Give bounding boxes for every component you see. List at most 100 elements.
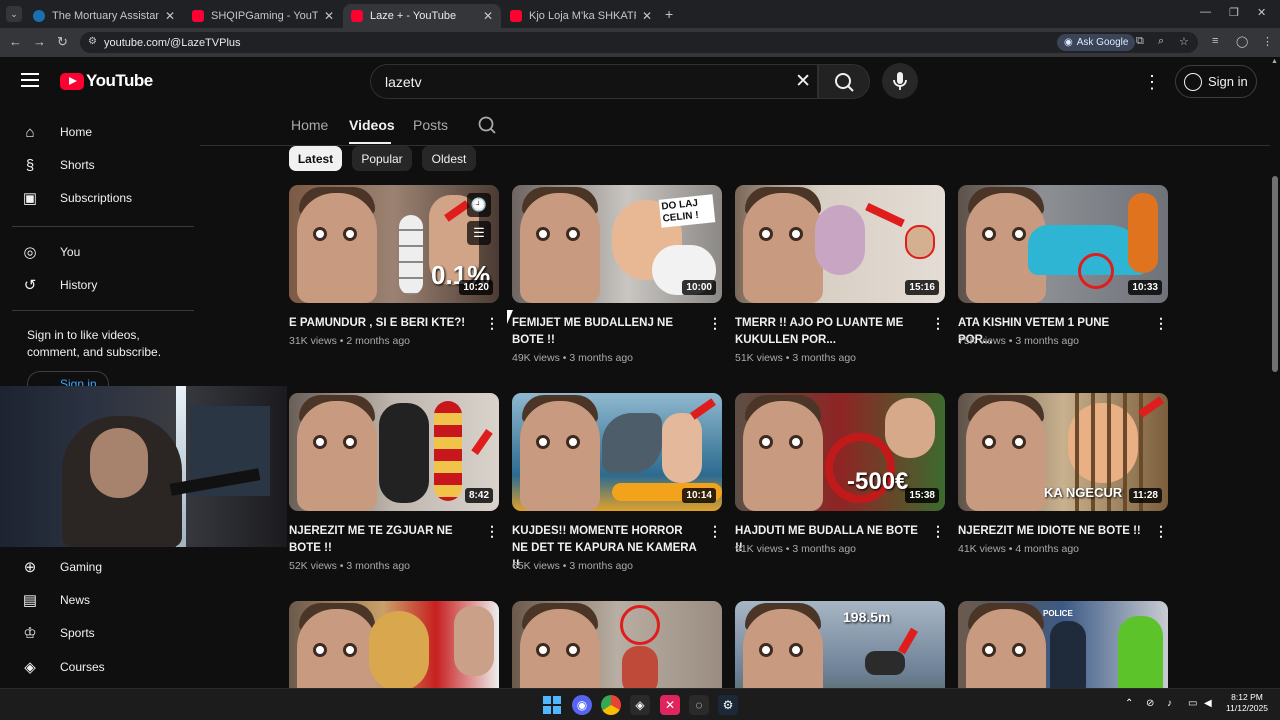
video-card[interactable]: KA NGECUR 11:28 NJEREZIT ME IDIOTE NE BO… bbox=[958, 393, 1168, 578]
video-thumbnail[interactable]: KA NGECUR 11:28 bbox=[958, 393, 1168, 511]
reload-icon[interactable]: ↻ bbox=[57, 34, 68, 50]
video-menu-icon[interactable]: ⋮ bbox=[485, 315, 499, 332]
bookmark-icon[interactable]: ☆ bbox=[1179, 35, 1189, 48]
close-tab-icon[interactable]: ✕ bbox=[483, 9, 493, 23]
video-card[interactable]: 0.1% 🕘 ☰ 10:20 E PAMUNDUR , SI E BERI KT… bbox=[289, 185, 499, 365]
scrollbar-thumb[interactable] bbox=[1272, 176, 1278, 372]
tray-overflow-icon[interactable]: ⌃ bbox=[1125, 698, 1133, 709]
settings-menu-icon[interactable]: ⋮ bbox=[1143, 72, 1161, 93]
system-clock[interactable]: 8:12 PM 11/12/2025 bbox=[1222, 692, 1272, 714]
video-thumbnail[interactable]: DO LAJ CELIN ! 10:00 bbox=[512, 185, 722, 303]
sign-in-button[interactable]: Sign in bbox=[1175, 65, 1257, 98]
forward-icon[interactable]: → bbox=[33, 34, 46, 49]
video-title[interactable]: NJEREZIT ME TE ZGJUAR NE BOTE !! bbox=[289, 523, 477, 557]
menu-icon[interactable] bbox=[21, 73, 39, 87]
video-card[interactable]: 8:42 NJEREZIT ME TE ZGJUAR NE BOTE !! 52… bbox=[289, 393, 499, 578]
video-menu-icon[interactable]: ⋮ bbox=[1154, 315, 1168, 332]
display-icon[interactable]: ▭ bbox=[1188, 698, 1197, 709]
video-thumbnail[interactable]: 198.5m bbox=[735, 601, 945, 688]
video-thumbnail[interactable]: -500€ 15:38 bbox=[735, 393, 945, 511]
zoom-icon[interactable]: ⌕ bbox=[1158, 35, 1164, 48]
volume-icon[interactable]: ◀ bbox=[1204, 698, 1212, 709]
sidebar-item-sports[interactable]: ♔ Sports bbox=[20, 623, 94, 643]
video-thumbnail[interactable] bbox=[512, 601, 722, 688]
tab-laze[interactable]: Laze + - YouTube ✕ bbox=[343, 4, 501, 28]
video-menu-icon[interactable]: ⋮ bbox=[708, 523, 722, 540]
video-thumbnail[interactable]: 8:42 bbox=[289, 393, 499, 511]
profile-icon[interactable]: ◯ bbox=[1236, 35, 1248, 48]
chrome-icon[interactable] bbox=[601, 695, 621, 715]
sidebar-item-home[interactable]: ⌂ Home bbox=[20, 122, 92, 142]
sidebar-item-gaming[interactable]: ⊕ Gaming bbox=[20, 557, 102, 577]
tab-mortuary[interactable]: The Mortuary Assistant on Stea ✕ bbox=[25, 4, 183, 28]
video-card[interactable]: 15:16 TMERR !! AJO PO LUANTE ME KUKULLEN… bbox=[735, 185, 945, 365]
video-thumbnail[interactable]: 10:33 bbox=[958, 185, 1168, 303]
x-app-icon[interactable]: ✕ bbox=[660, 695, 680, 715]
windows-start-icon[interactable] bbox=[542, 695, 562, 715]
scrollbar-track[interactable]: ▲ bbox=[1270, 58, 1280, 688]
new-tab-button[interactable]: + bbox=[665, 6, 673, 22]
video-thumbnail[interactable]: 10:14 bbox=[512, 393, 722, 511]
video-card[interactable]: 198.5m bbox=[735, 601, 945, 688]
video-thumbnail[interactable]: POLICE bbox=[958, 601, 1168, 688]
video-title[interactable]: FEMIJET ME BUDALLENJ NE BOTE !! bbox=[512, 315, 700, 349]
close-window-icon[interactable]: ✕ bbox=[1257, 6, 1266, 19]
video-card[interactable]: -500€ 15:38 HAJDUTI ME BUDALLA NE BOTE !… bbox=[735, 393, 945, 578]
clear-search-icon[interactable]: ✕ bbox=[795, 70, 811, 93]
tab-posts[interactable]: Posts bbox=[413, 117, 448, 133]
close-tab-icon[interactable]: ✕ bbox=[642, 9, 652, 23]
scroll-up-icon[interactable]: ▲ bbox=[1271, 58, 1278, 65]
ask-google-button[interactable]: ◉ Ask Google bbox=[1057, 34, 1136, 51]
search-input[interactable]: lazetv ✕ bbox=[370, 64, 818, 99]
microphone-tray-icon[interactable]: ♪ bbox=[1167, 698, 1172, 709]
sidebar-item-history[interactable]: ↺ History bbox=[20, 275, 98, 295]
close-tab-icon[interactable]: ✕ bbox=[324, 9, 334, 23]
video-card[interactable]: 10:14 KUJDES!! MOMENTE HORROR NE DET TE … bbox=[512, 393, 722, 578]
video-card[interactable]: 10:33 ATA KISHIN VETEM 1 PUNE POR... 75K… bbox=[958, 185, 1168, 365]
video-thumbnail[interactable]: 0.1% 🕘 ☰ 10:20 bbox=[289, 185, 499, 303]
sidebar-item-you[interactable]: ◎ You bbox=[20, 242, 80, 262]
video-thumbnail[interactable]: 15:16 bbox=[735, 185, 945, 303]
video-card[interactable]: POLICE bbox=[958, 601, 1168, 688]
tab-home[interactable]: Home bbox=[291, 117, 328, 133]
sidebar-item-subscriptions[interactable]: ▣ Subscriptions bbox=[20, 188, 132, 208]
chip-oldest[interactable]: Oldest bbox=[422, 146, 476, 171]
video-card[interactable] bbox=[512, 601, 722, 688]
video-menu-icon[interactable]: ⋮ bbox=[931, 523, 945, 540]
minimize-icon[interactable]: — bbox=[1200, 6, 1211, 18]
video-title[interactable]: TMERR !! AJO PO LUANTE ME KUKULLEN POR..… bbox=[735, 315, 923, 349]
address-bar[interactable]: ⚙ youtube.com/@LazeTVPlus bbox=[80, 32, 1198, 53]
close-tab-icon[interactable]: ✕ bbox=[165, 9, 175, 23]
chip-popular[interactable]: Popular bbox=[352, 146, 412, 171]
tab-videos[interactable]: Videos bbox=[349, 117, 395, 133]
watch-later-icon[interactable]: 🕘 bbox=[467, 193, 491, 217]
tab-search-button[interactable]: ⌄ bbox=[6, 6, 22, 22]
notification-off-icon[interactable]: ⊘ bbox=[1146, 698, 1154, 709]
video-menu-icon[interactable]: ⋮ bbox=[1154, 523, 1168, 540]
install-icon[interactable]: ⧉ bbox=[1136, 35, 1144, 48]
youtube-logo[interactable]: YouTube bbox=[60, 71, 153, 91]
search-button[interactable] bbox=[818, 64, 870, 99]
video-menu-icon[interactable]: ⋮ bbox=[485, 523, 499, 540]
video-thumbnail[interactable] bbox=[289, 601, 499, 688]
capture-icon[interactable]: ◈ bbox=[630, 695, 650, 715]
video-title[interactable]: E PAMUNDUR , SI E BERI KTE?! bbox=[289, 315, 477, 332]
browser-menu-icon[interactable]: ⋮ bbox=[1262, 35, 1273, 48]
sidebar-item-courses[interactable]: ◈ Courses bbox=[20, 657, 104, 677]
video-card[interactable] bbox=[289, 601, 499, 688]
video-title[interactable]: NJEREZIT ME IDIOTE NE BOTE !! bbox=[958, 523, 1146, 540]
discord-icon[interactable]: ◉ bbox=[572, 695, 592, 715]
back-icon[interactable]: ← bbox=[9, 34, 22, 49]
obs-icon[interactable]: ◌ bbox=[689, 695, 709, 715]
sidebar-item-shorts[interactable]: § Shorts bbox=[20, 155, 95, 175]
video-card[interactable]: DO LAJ CELIN ! 10:00 FEMIJET ME BUDALLEN… bbox=[512, 185, 722, 365]
video-menu-icon[interactable]: ⋮ bbox=[708, 315, 722, 332]
tab-kjo-loja[interactable]: Kjo Loja M'ka SHKATRRU | Iblis ✕ bbox=[502, 4, 660, 28]
voice-search-button[interactable] bbox=[882, 63, 918, 99]
site-info-icon[interactable]: ⚙ bbox=[88, 36, 97, 47]
tab-shqipgaming[interactable]: SHQIPGaming - YouTube ✕ bbox=[184, 4, 342, 28]
chip-latest[interactable]: Latest bbox=[289, 146, 342, 171]
add-to-queue-icon[interactable]: ☰ bbox=[467, 221, 491, 245]
channel-search-icon[interactable] bbox=[477, 115, 497, 135]
restore-icon[interactable]: ❐ bbox=[1229, 6, 1239, 19]
